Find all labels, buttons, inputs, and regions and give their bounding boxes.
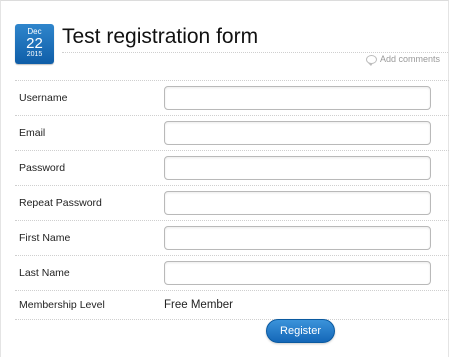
register-button-wrap: Register [266,319,335,343]
username-label: Username [19,92,68,104]
last-name-label: Last Name [19,267,70,279]
password-label: Password [19,162,66,174]
form-row-membership-level: Membership Level Free Member [15,291,449,320]
repeat-password-label: Repeat Password [19,197,102,209]
first-name-input[interactable] [164,226,431,250]
repeat-password-input[interactable] [164,191,431,215]
first-name-label: First Name [19,232,71,244]
membership-level-label: Membership Level [19,299,105,311]
registration-form: Username Email Password Repeat Password … [15,80,449,320]
membership-level-value: Free Member [164,299,234,311]
form-row-email: Email [15,116,449,151]
register-button[interactable]: Register [266,319,335,343]
username-input[interactable] [164,86,431,110]
password-input[interactable] [164,156,431,180]
add-comments-link[interactable]: Add comments [365,54,440,66]
form-row-repeat-password: Repeat Password [15,186,449,221]
page-title: Test registration form [62,25,259,48]
form-row-first-name: First Name [15,221,449,256]
add-comments-label: Add comments [379,54,440,64]
date-year: 2015 [26,51,43,58]
last-name-input[interactable] [164,261,431,285]
form-row-username: Username [15,80,449,116]
comment-bubble-icon [365,54,377,66]
form-row-last-name: Last Name [15,256,449,291]
form-row-password: Password [15,151,449,186]
title-divider [62,52,448,53]
email-label: Email [19,127,46,139]
email-input[interactable] [164,121,431,145]
date-day: 22 [26,35,43,52]
date-badge: Dec 22 2015 [15,24,54,64]
